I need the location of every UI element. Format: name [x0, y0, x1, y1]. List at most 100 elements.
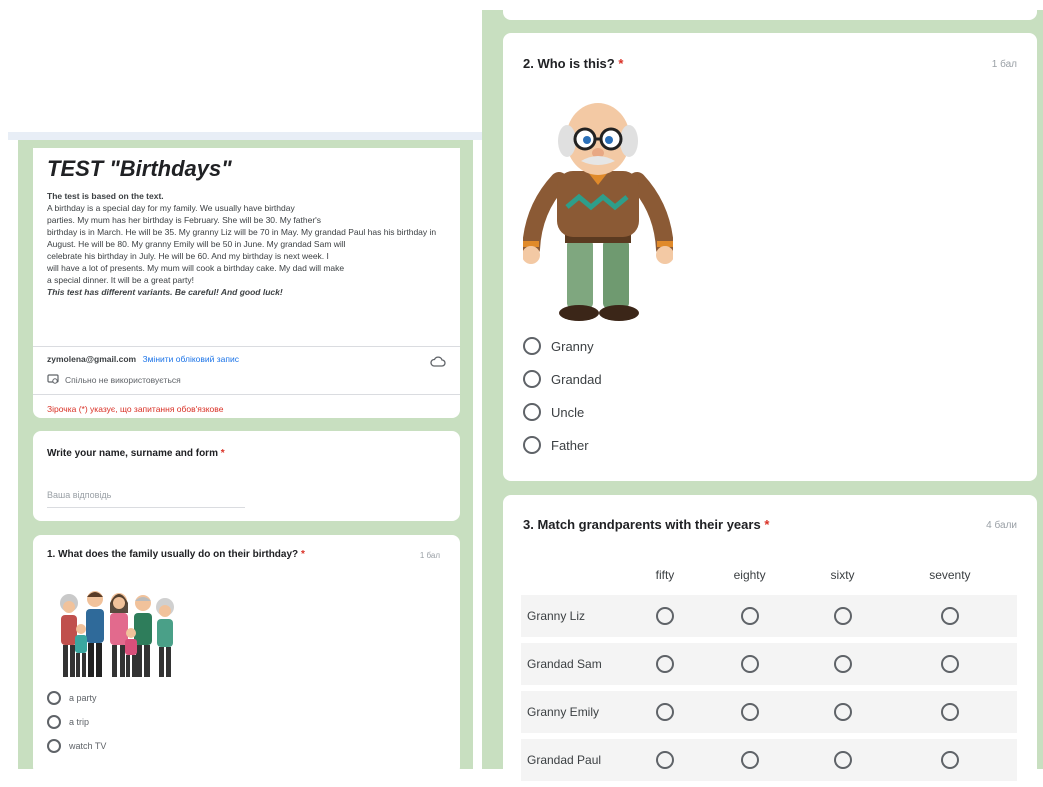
description-intro: The test is based on the text. — [47, 191, 164, 201]
row-label: Granny Emily — [521, 691, 633, 733]
question-1-card: 1. What does the family usually do on th… — [33, 535, 460, 775]
option-a-party[interactable]: a party — [47, 691, 106, 705]
option-label: Father — [551, 437, 589, 453]
account-row: zymolena@gmail.com Змінити обліковий зап… — [47, 354, 239, 364]
option-uncle[interactable]: Uncle — [523, 401, 602, 423]
not-shared-row: Спільно не використовується — [47, 374, 181, 386]
option-watch-tv[interactable]: watch TV — [47, 739, 106, 753]
radio-button[interactable] — [833, 607, 852, 625]
top-divider — [8, 132, 482, 140]
radio-button[interactable] — [833, 655, 852, 673]
radio-button[interactable] — [523, 337, 541, 355]
grid-cell — [802, 643, 883, 685]
radio-button[interactable] — [655, 751, 674, 769]
option-a-trip[interactable]: a trip — [47, 715, 106, 729]
name-answer-placeholder: Ваша відповідь — [47, 490, 112, 500]
grid-cell — [802, 595, 883, 637]
grid-cell — [633, 595, 697, 637]
switch-account-link[interactable]: Змінити обліковий запис — [142, 354, 239, 364]
matching-grid: fifty eighty sixty seventy Granny Liz Gr… — [521, 555, 1017, 787]
grid-cell — [882, 691, 1017, 733]
grid-cell — [696, 643, 803, 685]
radio-button[interactable] — [47, 715, 61, 729]
grid-cell — [696, 691, 803, 733]
option-father[interactable]: Father — [523, 434, 602, 456]
description-line: August. He will be 80. My granny Emily w… — [47, 239, 346, 249]
radio-button[interactable] — [47, 691, 61, 705]
row-label: Granny Liz — [521, 595, 633, 637]
grid-corner — [521, 561, 633, 589]
form-title: TEST "Birthdays" — [47, 156, 232, 181]
grid-header-row: fifty eighty sixty seventy — [521, 561, 1017, 589]
grid-row-grandad-paul: Grandad Paul — [521, 739, 1017, 781]
required-asterisk: * — [764, 517, 770, 532]
description-line: parties. My mum has her birthday is Febr… — [47, 215, 322, 225]
option-label: watch TV — [69, 741, 107, 751]
grid-cell — [633, 739, 697, 781]
radio-button[interactable] — [940, 607, 959, 625]
radio-button[interactable] — [740, 655, 759, 673]
radio-button[interactable] — [655, 607, 674, 625]
required-asterisk: * — [220, 448, 225, 459]
not-shared-icon — [47, 374, 59, 386]
name-question-label: Write your name, surname and form — [47, 448, 218, 459]
radio-button[interactable] — [740, 607, 759, 625]
question-2-points: 1 бал — [991, 59, 1017, 70]
radio-button[interactable] — [833, 703, 852, 721]
question-2-options: Granny Grandad Uncle Father — [523, 335, 602, 456]
account-email: zymolena@gmail.com — [47, 354, 137, 364]
form-header-card: TEST "Birthdays" The test is based on th… — [33, 140, 460, 418]
grid-cell — [633, 643, 697, 685]
question-3-points: 4 бали — [986, 520, 1017, 531]
column-header: sixty — [830, 568, 855, 582]
radio-button[interactable] — [523, 436, 541, 454]
description-line: celebrate his birthday in July. He will … — [47, 251, 329, 261]
header-divider-2 — [33, 394, 460, 395]
row-label: Grandad Sam — [521, 643, 633, 685]
name-answer-input[interactable]: Ваша відповідь — [47, 485, 245, 508]
radio-button[interactable] — [940, 655, 959, 673]
radio-button[interactable] — [47, 739, 61, 753]
grid-cell — [882, 643, 1017, 685]
column-header: fifty — [655, 568, 675, 582]
radio-button[interactable] — [740, 751, 759, 769]
radio-button[interactable] — [940, 751, 959, 769]
row-label: Grandad Paul — [521, 739, 633, 781]
required-note: Зірочка (*) указує, що запитання обов'яз… — [47, 404, 224, 414]
form-description: The test is based on the text. A birthda… — [47, 190, 447, 298]
required-asterisk: * — [300, 549, 305, 560]
grid-row-grandad-sam: Grandad Sam — [521, 643, 1017, 685]
radio-button[interactable] — [740, 703, 759, 721]
question-1-title: 1. What does the family usually do on th… — [47, 549, 305, 560]
description-line: will have a lot of presents. My mum will… — [47, 263, 345, 273]
grid-row-granny-emily: Granny Emily — [521, 691, 1017, 733]
not-shared-text: Спільно не використовується — [65, 375, 181, 385]
question-3-label: 3. Match grandparents with their years — [523, 517, 761, 532]
cloud-icon[interactable] — [430, 354, 446, 372]
matching-table: fifty eighty sixty seventy Granny Liz Gr… — [521, 555, 1017, 787]
description-line: A birthday is a special day for my famil… — [47, 203, 295, 213]
question-2-title: 2. Who is this? * — [523, 56, 623, 71]
question-3-card: 3. Match grandparents with their years *… — [503, 495, 1037, 785]
option-label: a trip — [69, 717, 90, 727]
option-grandad[interactable]: Grandad — [523, 368, 602, 390]
radio-button[interactable] — [655, 703, 674, 721]
option-label: Granny — [551, 338, 594, 354]
grid-cell — [882, 595, 1017, 637]
radio-button[interactable] — [940, 703, 959, 721]
description-closing: This test has different variants. Be car… — [47, 287, 283, 297]
grid-cell — [633, 691, 697, 733]
grid-cell — [696, 595, 803, 637]
question-1-label: 1. What does the family usually do on th… — [47, 549, 299, 560]
question-1-points: 1 бал — [419, 551, 440, 560]
radio-button[interactable] — [523, 370, 541, 388]
question-2-card: 2. Who is this? * 1 бал Granny Grandad U… — [503, 33, 1037, 481]
radio-button[interactable] — [655, 655, 674, 673]
radio-button[interactable] — [833, 751, 852, 769]
grid-cell — [802, 691, 883, 733]
radio-button[interactable] — [523, 403, 541, 421]
description-line: a special dinner. It will be a great par… — [47, 275, 194, 285]
description-line: birthday is in March. He will be 35. My … — [47, 227, 437, 237]
grid-cell — [802, 739, 883, 781]
option-granny[interactable]: Granny — [523, 335, 602, 357]
